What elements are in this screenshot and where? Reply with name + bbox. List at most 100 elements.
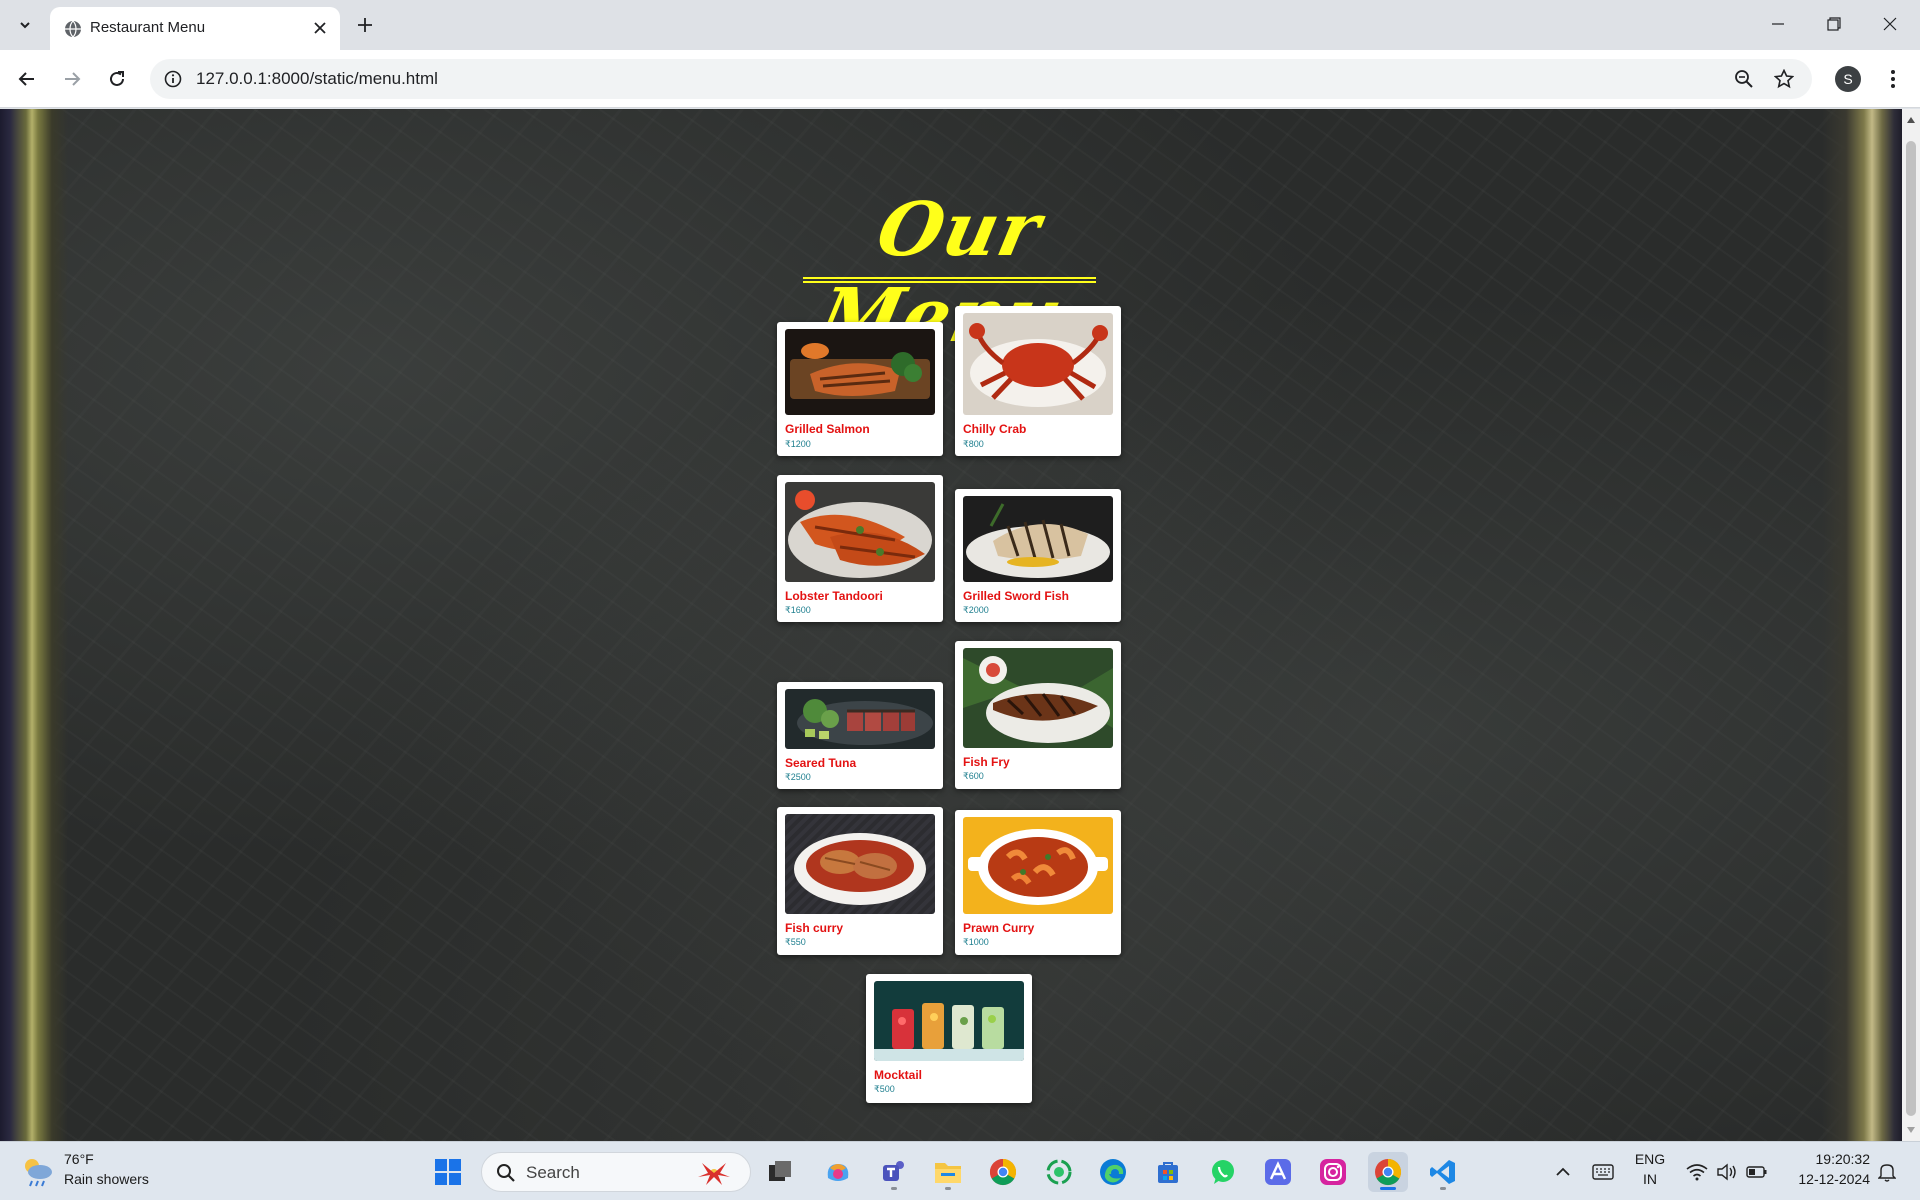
menu-item-card[interactable]: Chilly Crab ₹800	[955, 306, 1121, 456]
profile-avatar[interactable]: S	[1835, 66, 1861, 92]
teams-button[interactable]	[874, 1152, 914, 1192]
start-button[interactable]	[428, 1152, 468, 1192]
item-name: Lobster Tandoori	[785, 589, 883, 603]
battery-status[interactable]	[1743, 1152, 1771, 1192]
bell-icon	[1878, 1164, 1896, 1182]
item-price: ₹800	[963, 439, 984, 449]
menu-item-card[interactable]: Grilled Salmon ₹1200	[777, 322, 943, 456]
item-name: Seared Tuna	[785, 756, 857, 770]
chalkboard-frame-right	[1822, 109, 1902, 1141]
item-name: Grilled Sword Fish	[963, 589, 1070, 603]
item-price: ₹2000	[963, 605, 989, 615]
item-name: Mocktail	[874, 1068, 923, 1082]
forward-button[interactable]	[55, 62, 89, 96]
chevron-down-icon	[20, 22, 30, 29]
menu-item-card[interactable]: Grilled Sword Fish ₹2000	[955, 489, 1121, 622]
more-vertical-icon	[1891, 70, 1895, 88]
whatsapp-icon	[1212, 1160, 1234, 1184]
item-price: ₹550	[785, 937, 806, 947]
sync-app-button[interactable]	[1039, 1152, 1079, 1192]
circular-arrows-icon	[1046, 1159, 1072, 1185]
vscode-icon	[1430, 1160, 1455, 1184]
chrome-button[interactable]	[983, 1152, 1023, 1192]
folder-icon	[935, 1163, 961, 1183]
minimize-button[interactable]	[1750, 0, 1806, 48]
copilot-icon	[827, 1164, 849, 1181]
zoom-button[interactable]	[1732, 67, 1756, 91]
menu-item-card[interactable]: Mocktail ₹500	[866, 974, 1032, 1103]
wifi-icon	[1686, 1164, 1708, 1181]
weather-temperature: 76°F	[64, 1151, 94, 1167]
tab-search-button[interactable]	[8, 8, 42, 42]
task-view-icon	[769, 1161, 791, 1181]
menu-item-card[interactable]: Fish curry ₹550	[777, 807, 943, 955]
url-text[interactable]: 127.0.0.1:8000/static/menu.html	[196, 69, 438, 89]
microsoft-store-button[interactable]	[1148, 1152, 1188, 1192]
scroll-down-button[interactable]	[1902, 1119, 1920, 1141]
close-window-button[interactable]	[1862, 0, 1918, 48]
item-name: Fish Fry	[963, 755, 1010, 769]
weather-description: Rain showers	[64, 1171, 149, 1187]
region-indicator[interactable]: IN	[1630, 1171, 1670, 1187]
browser-tab[interactable]: Restaurant Menu	[50, 7, 340, 50]
chrome-icon	[989, 1158, 1017, 1186]
touch-keyboard-button[interactable]	[1588, 1152, 1618, 1192]
browser-toolbar: 127.0.0.1:8000/static/menu.html S	[0, 50, 1920, 108]
new-tab-button[interactable]	[352, 12, 378, 38]
scrollbar-thumb[interactable]	[1906, 141, 1916, 1116]
language-indicator[interactable]: ENG	[1630, 1151, 1670, 1167]
triangle-down-icon	[1907, 1127, 1915, 1133]
clock-date[interactable]: 12-12-2024	[1782, 1171, 1870, 1187]
app-a-button[interactable]	[1258, 1152, 1298, 1192]
whatsapp-button[interactable]	[1203, 1152, 1243, 1192]
clock-time[interactable]: 19:20:32	[1782, 1151, 1871, 1167]
item-price: ₹1000	[963, 937, 989, 947]
item-price: ₹2500	[785, 772, 811, 782]
task-view-button[interactable]	[760, 1152, 800, 1192]
bookmark-button[interactable]	[1772, 67, 1796, 91]
close-icon	[314, 22, 326, 34]
chalkboard-frame-left	[0, 109, 68, 1141]
prawn-curry-photo	[963, 817, 1113, 914]
reload-button[interactable]	[100, 62, 134, 96]
vscode-button[interactable]	[1423, 1152, 1463, 1192]
back-button[interactable]	[10, 62, 44, 96]
menu-item-card[interactable]: Fish Fry ₹600	[955, 641, 1121, 789]
page-scrollbar[interactable]	[1902, 109, 1920, 1141]
browser-menu-button[interactable]	[1880, 64, 1906, 94]
site-info-button[interactable]	[160, 66, 186, 92]
restore-icon	[1827, 17, 1841, 31]
weather-widget[interactable]	[20, 1155, 54, 1187]
address-bar[interactable]: 127.0.0.1:8000/static/menu.html	[150, 59, 1812, 99]
copilot-button[interactable]	[818, 1152, 858, 1192]
info-icon	[164, 70, 182, 88]
item-price: ₹500	[874, 1084, 895, 1094]
scroll-up-button[interactable]	[1902, 109, 1920, 131]
menu-item-card[interactable]: Lobster Tandoori ₹1600	[777, 475, 943, 622]
speaker-icon	[1717, 1163, 1736, 1181]
windows-logo-icon	[435, 1159, 461, 1185]
menu-item-card[interactable]: Seared Tuna ₹2500	[777, 682, 943, 789]
tab-title: Restaurant Menu	[90, 19, 206, 36]
poinsettia-icon	[698, 1163, 730, 1185]
volume-status[interactable]	[1713, 1152, 1741, 1192]
item-price: ₹1200	[785, 439, 811, 449]
taskbar-search-box[interactable]: Search	[481, 1152, 751, 1192]
notifications-button[interactable]	[1874, 1152, 1900, 1192]
menu-item-card[interactable]: Prawn Curry ₹1000	[955, 810, 1121, 955]
show-hidden-icons-button[interactable]	[1551, 1152, 1575, 1192]
instagram-button[interactable]	[1313, 1152, 1353, 1192]
close-icon	[1883, 17, 1897, 31]
restore-button[interactable]	[1806, 0, 1862, 48]
wifi-status[interactable]	[1683, 1152, 1711, 1192]
chrome-active-button[interactable]	[1368, 1152, 1408, 1192]
item-name: Chilly Crab	[963, 422, 1027, 436]
mocktail-photo	[874, 981, 1024, 1061]
file-explorer-button[interactable]	[928, 1152, 968, 1192]
reload-icon	[110, 71, 124, 86]
running-indicator	[1440, 1187, 1446, 1190]
tab-close-button[interactable]	[310, 18, 330, 38]
keyboard-icon	[1592, 1164, 1614, 1180]
edge-button[interactable]	[1093, 1152, 1133, 1192]
arrow-left-icon	[18, 72, 34, 86]
